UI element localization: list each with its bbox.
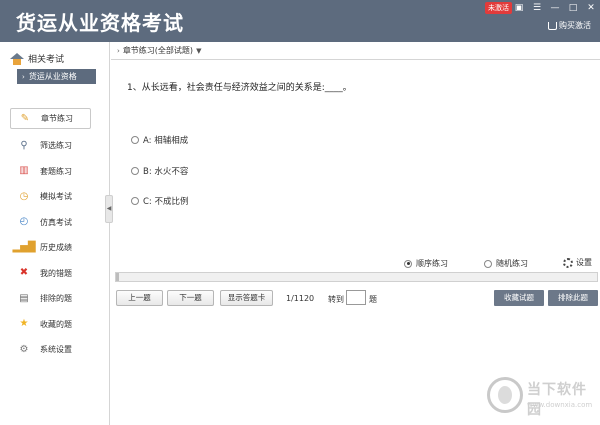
red-x-icon: ✖ xyxy=(19,267,29,279)
option-b[interactable]: B: 水火不容 xyxy=(131,165,188,177)
sidebar-item-label: 章节练习 xyxy=(41,114,73,123)
breadcrumb-label: 章节练习(全部试题) xyxy=(122,46,194,55)
minimize-icon[interactable]: — xyxy=(549,2,561,14)
option-a[interactable]: A: 相辅相成 xyxy=(131,134,188,146)
sidebar-item-excluded-questions[interactable]: ▤ 排除的题 xyxy=(10,286,105,312)
goto-unit: 题 xyxy=(369,295,377,304)
clock-icon: ◷ xyxy=(19,190,29,202)
watermark-logo-icon xyxy=(487,377,523,413)
close-icon[interactable]: ✕ xyxy=(585,2,597,14)
sidebar-item-label: 历史成绩 xyxy=(40,243,72,253)
option-c-label: C: 不成比例 xyxy=(143,197,189,207)
sidebar-item-label: 我的错题 xyxy=(40,268,72,278)
sidebar-menu: ✎ 章节练习 ⚲ 筛选练习 ▥ 套题练习 ◷ 模拟考试 ◴ 仿真考试 ▂▅█ 历… xyxy=(10,108,105,363)
activation-badge[interactable]: 未激活 xyxy=(485,2,512,14)
option-b-label: B: 水火不容 xyxy=(143,167,189,177)
sidebar-item-label: 收藏的题 xyxy=(40,319,72,329)
sequential-mode-label: 顺序练习 xyxy=(416,259,448,268)
stopwatch-icon: ◴ xyxy=(19,216,29,228)
sequential-mode-option[interactable]: 顺序练习 xyxy=(404,258,448,269)
question-counter: 1/1120 xyxy=(286,294,315,303)
breadcrumb-bar: › 章节练习(全部试题) ▼ xyxy=(111,42,600,60)
goto-input[interactable] xyxy=(346,290,366,305)
watermark-name: 当下软件园 xyxy=(527,382,587,418)
settings-button[interactable]: 设置 xyxy=(563,257,592,268)
option-a-label: A: 相辅相成 xyxy=(143,136,189,146)
sidebar-item-system-settings[interactable]: ⚙ 系统设置 xyxy=(10,337,105,363)
sidebar-collapse-handle[interactable]: ◀ xyxy=(105,195,113,223)
buy-activate-button[interactable]: 购买激活 xyxy=(548,20,591,31)
app-title: 货运从业资格考试 xyxy=(16,11,184,35)
sidebar: 相关考试 › 货运从业资格 ✎ 章节练习 ⚲ 筛选练习 ▥ 套题练习 ◷ 模拟考试… xyxy=(0,42,110,425)
breadcrumb[interactable]: › 章节练习(全部试题) ▼ xyxy=(117,45,201,56)
scrollbar-thumb[interactable] xyxy=(116,273,119,281)
trash-icon: ▤ xyxy=(19,292,29,304)
maximize-icon[interactable]: □ xyxy=(567,2,579,14)
random-mode-option[interactable]: 随机练习 xyxy=(484,258,528,269)
sidebar-item-label: 仿真考试 xyxy=(40,217,72,227)
sidebar-item-label: 筛选练习 xyxy=(40,141,72,151)
skin-icon[interactable]: ▣ xyxy=(513,2,525,14)
sidebar-item-label: 套题练习 xyxy=(40,166,72,176)
sidebar-item-simulation-exam[interactable]: ◴ 仿真考试 xyxy=(10,210,105,236)
random-mode-label: 随机练习 xyxy=(496,259,528,268)
sidebar-item-chapter-practice[interactable]: ✎ 章节练习 xyxy=(10,108,91,129)
sidebar-item-favorite-questions[interactable]: ★ 收藏的题 xyxy=(10,312,105,338)
gear-icon xyxy=(563,257,573,268)
gear-icon: ⚙ xyxy=(19,343,29,355)
sidebar-item-filter-practice[interactable]: ⚲ 筛选练习 xyxy=(10,133,105,159)
option-c-radio[interactable] xyxy=(131,197,139,205)
answer-card-button[interactable]: 显示答题卡 xyxy=(220,290,273,306)
sidebar-item-set-practice[interactable]: ▥ 套题练习 xyxy=(10,159,105,185)
option-c[interactable]: C: 不成比例 xyxy=(131,195,189,207)
chevron-right-icon: › xyxy=(117,46,120,55)
sidebar-item-label: 模拟考试 xyxy=(40,192,72,202)
sidebar-item-mock-exam[interactable]: ◷ 模拟考试 xyxy=(10,184,105,210)
watermark: 当下软件园 www.downxia.com xyxy=(487,377,597,418)
exclude-question-button[interactable]: 排除此题 xyxy=(548,290,598,306)
option-a-radio[interactable] xyxy=(131,136,139,144)
subject-selector[interactable]: › 货运从业资格 xyxy=(17,69,96,84)
subject-label: 货运从业资格 xyxy=(28,72,77,81)
buy-activate-label: 购买激活 xyxy=(559,21,591,30)
cart-icon xyxy=(548,21,557,30)
sidebar-item-history-scores[interactable]: ▂▅█ 历史成绩 xyxy=(10,235,105,261)
random-mode-radio[interactable] xyxy=(484,259,492,268)
option-b-radio[interactable] xyxy=(131,167,139,175)
sequential-mode-radio[interactable] xyxy=(404,259,412,268)
related-exams[interactable]: 相关考试 xyxy=(10,52,64,65)
star-icon: ★ xyxy=(19,318,29,330)
title-bar: 货运从业资格考试 未激活 ▣ ☰ — □ ✕ 购买激活 xyxy=(0,0,600,42)
favorite-question-button[interactable]: 收藏试题 xyxy=(494,290,544,306)
books-icon: ▥ xyxy=(19,165,29,177)
prev-question-button[interactable]: 上一题 xyxy=(116,290,163,306)
dropdown-arrow-icon: ▼ xyxy=(196,46,202,55)
sidebar-item-label: 系统设置 xyxy=(40,345,72,355)
pencil-icon: ✎ xyxy=(20,112,30,124)
goto-label: 转到 xyxy=(328,295,344,304)
settings-label: 设置 xyxy=(576,258,592,267)
magnifier-icon: ⚲ xyxy=(20,139,28,151)
related-exams-label: 相关考试 xyxy=(28,55,65,65)
question-text: 1、从长远看，社会责任与经济效益之间的关系是:____。 xyxy=(127,83,352,93)
sidebar-item-label: 排除的题 xyxy=(40,294,72,304)
question-scrollbar[interactable] xyxy=(115,272,598,282)
chevron-right-icon: › xyxy=(22,73,25,81)
home-icon xyxy=(10,52,24,65)
bar-chart-icon: ▂▅█ xyxy=(12,241,36,253)
sidebar-item-wrong-questions[interactable]: ✖ 我的错题 xyxy=(10,261,105,287)
next-question-button[interactable]: 下一题 xyxy=(167,290,214,306)
watermark-url: www.downxia.com xyxy=(527,401,593,409)
menu-icon[interactable]: ☰ xyxy=(531,2,543,14)
